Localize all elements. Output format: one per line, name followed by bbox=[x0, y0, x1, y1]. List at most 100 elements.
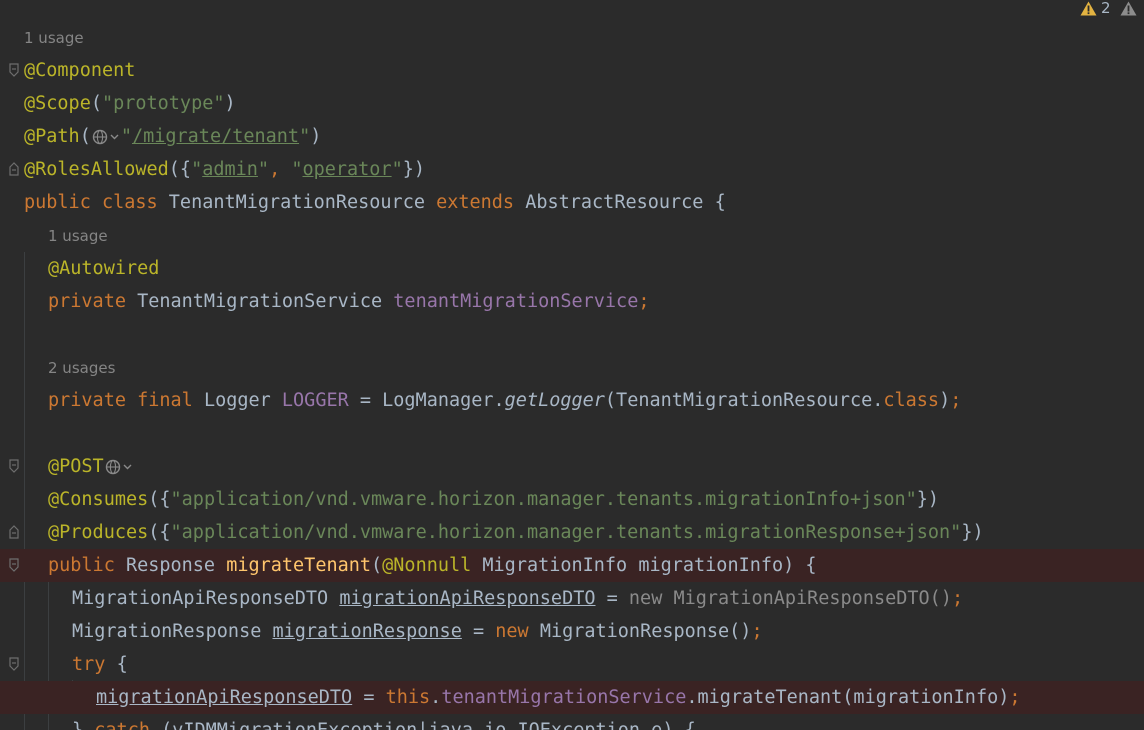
punct: ; bbox=[951, 588, 964, 609]
class-name[interactable]: TenantMigrationResource bbox=[169, 192, 436, 213]
annotation-nonnull[interactable]: @Nonnull bbox=[382, 555, 482, 576]
code-line[interactable]: } catch (vIDMMigrationException|java.io.… bbox=[0, 714, 1144, 730]
code-text: = LogManager. bbox=[348, 390, 505, 411]
field-name[interactable]: tenantMigrationService bbox=[441, 687, 686, 708]
punct: ) bbox=[939, 390, 951, 411]
type-name[interactable]: MigrationApiResponseDTO bbox=[72, 588, 339, 609]
fold-icon[interactable] bbox=[9, 63, 19, 77]
code-line[interactable]: @Path("/migrate/tenant") bbox=[0, 120, 1144, 153]
code-line[interactable]: private final Logger LOGGER = LogManager… bbox=[0, 384, 1144, 417]
keyword: this bbox=[385, 687, 431, 708]
warning-icon bbox=[1080, 1, 1097, 15]
annotation-produces[interactable]: @Produces bbox=[48, 522, 148, 543]
annotation-consumes[interactable]: @Consumes bbox=[48, 489, 148, 510]
punct: ; bbox=[751, 621, 763, 642]
code-line[interactable]: 1 usage bbox=[0, 220, 1144, 253]
punct: ( bbox=[371, 555, 383, 576]
type-name[interactable]: Logger bbox=[204, 390, 282, 411]
globe-icon[interactable] bbox=[105, 459, 133, 475]
punct: ; bbox=[1009, 687, 1021, 708]
string-literal[interactable]: "application/vnd.vmware.horizon.manager.… bbox=[171, 489, 917, 510]
punct: }) bbox=[402, 159, 426, 180]
fold-icon[interactable] bbox=[9, 162, 19, 176]
punct: ({ bbox=[148, 489, 171, 510]
string-quote: " bbox=[191, 159, 203, 180]
code-line[interactable]: @Consumes({"application/vnd.vmware.horiz… bbox=[0, 483, 1144, 516]
role-operator-link[interactable]: operator bbox=[302, 159, 391, 180]
annotation-post[interactable]: @POST bbox=[48, 456, 104, 477]
keyword: private bbox=[48, 291, 138, 312]
punct: ({ bbox=[148, 522, 171, 543]
fold-icon[interactable] bbox=[9, 558, 19, 572]
method-call[interactable]: getLogger bbox=[505, 390, 605, 411]
punct: ) bbox=[224, 93, 236, 114]
usage-hint[interactable]: 2 usages bbox=[48, 352, 115, 385]
variable-name[interactable]: migrationResponse bbox=[272, 621, 461, 642]
punct: ( bbox=[79, 126, 91, 147]
keyword: class bbox=[883, 390, 940, 411]
type-name[interactable]: TenantMigrationService bbox=[137, 291, 393, 312]
punct: ; bbox=[638, 291, 650, 312]
punct: }) bbox=[916, 489, 940, 510]
code-text: = bbox=[595, 588, 629, 609]
url-path-link[interactable]: /migrate/tenant bbox=[132, 126, 299, 147]
string-quote: " bbox=[299, 126, 311, 147]
type-name[interactable]: Response bbox=[126, 555, 226, 576]
fold-icon[interactable] bbox=[9, 657, 19, 671]
method-call[interactable]: .migrateTenant(migrationInfo) bbox=[686, 687, 1009, 708]
annotation-roles-allowed[interactable]: @RolesAllowed bbox=[24, 159, 169, 180]
constructor-call[interactable]: new MigrationApiResponseDTO() bbox=[629, 588, 952, 609]
keyword: public class bbox=[24, 192, 169, 213]
variable-name[interactable]: migrationApiResponseDTO bbox=[96, 687, 352, 708]
inspection-warnings[interactable]: 2 bbox=[1080, 0, 1144, 17]
annotation-path[interactable]: @Path bbox=[24, 126, 80, 147]
string-literal[interactable]: "application/vnd.vmware.horizon.manager.… bbox=[171, 522, 962, 543]
superclass-name[interactable]: AbstractResource { bbox=[525, 192, 725, 213]
type-name[interactable]: MigrationResponse bbox=[72, 621, 272, 642]
keyword: public bbox=[48, 555, 126, 576]
punct: } bbox=[72, 720, 94, 730]
usage-hint[interactable]: 1 usage bbox=[24, 22, 84, 55]
field-name[interactable]: tenantMigrationService bbox=[393, 291, 638, 312]
globe-icon[interactable] bbox=[92, 129, 120, 145]
code-line[interactable]: MigrationApiResponseDTO migrationApiResp… bbox=[0, 582, 1144, 615]
code-editor[interactable]: 2 1 usage @Component @Scope("prototype")… bbox=[0, 0, 1144, 730]
code-line[interactable]: public class TenantMigrationResource ext… bbox=[0, 186, 1144, 219]
annotation-autowired[interactable]: @Autowired bbox=[48, 252, 159, 285]
code-line-breakpoint[interactable]: migrationApiResponseDTO = this.tenantMig… bbox=[0, 681, 1144, 714]
string-literal[interactable]: "prototype" bbox=[102, 93, 225, 114]
method-name[interactable]: migrateTenant bbox=[226, 555, 371, 576]
parameter-list[interactable]: MigrationInfo migrationInfo) { bbox=[482, 555, 816, 576]
code-line[interactable]: @Autowired bbox=[0, 252, 1144, 285]
keyword: new bbox=[495, 621, 540, 642]
constructor-call[interactable]: MigrationResponse() bbox=[540, 621, 752, 642]
code-line[interactable]: MigrationResponse migrationResponse = ne… bbox=[0, 615, 1144, 648]
string-quote: " bbox=[391, 159, 403, 180]
code-line[interactable]: 1 usage bbox=[0, 22, 1144, 55]
code-line[interactable]: @Component bbox=[0, 54, 1144, 87]
code-line[interactable]: try { bbox=[0, 648, 1144, 681]
fold-icon[interactable] bbox=[9, 459, 19, 473]
annotation-component[interactable]: @Component bbox=[24, 54, 135, 87]
code-line[interactable]: @RolesAllowed({"admin", "operator"}) bbox=[0, 153, 1144, 186]
keyword: private final bbox=[48, 390, 204, 411]
code-text: (TenantMigrationResource. bbox=[604, 390, 884, 411]
annotation-scope[interactable]: @Scope bbox=[24, 93, 91, 114]
string-quote: " bbox=[257, 159, 270, 180]
exception-list[interactable]: (vIDMMigrationException|java.io.IOExcept… bbox=[161, 720, 696, 730]
code-line[interactable]: @POST bbox=[0, 450, 1144, 483]
variable-name[interactable]: migrationApiResponseDTO bbox=[339, 588, 595, 609]
keyword: catch bbox=[94, 720, 161, 730]
code-line[interactable]: 2 usages bbox=[0, 352, 1144, 385]
code-line[interactable]: @Produces({"application/vnd.vmware.horiz… bbox=[0, 516, 1144, 549]
warning-icon bbox=[1120, 1, 1137, 15]
field-name[interactable]: LOGGER bbox=[282, 390, 349, 411]
code-line[interactable]: @Scope("prototype") bbox=[0, 87, 1144, 120]
code-line-breakpoint[interactable]: public Response migrateTenant(@Nonnull M… bbox=[0, 549, 1144, 582]
role-admin-link[interactable]: admin bbox=[202, 159, 258, 180]
fold-icon[interactable] bbox=[9, 525, 19, 539]
keyword: extends bbox=[436, 192, 526, 213]
string-quote: " bbox=[120, 126, 132, 147]
code-line[interactable]: private TenantMigrationService tenantMig… bbox=[0, 285, 1144, 318]
usage-hint[interactable]: 1 usage bbox=[48, 220, 108, 253]
